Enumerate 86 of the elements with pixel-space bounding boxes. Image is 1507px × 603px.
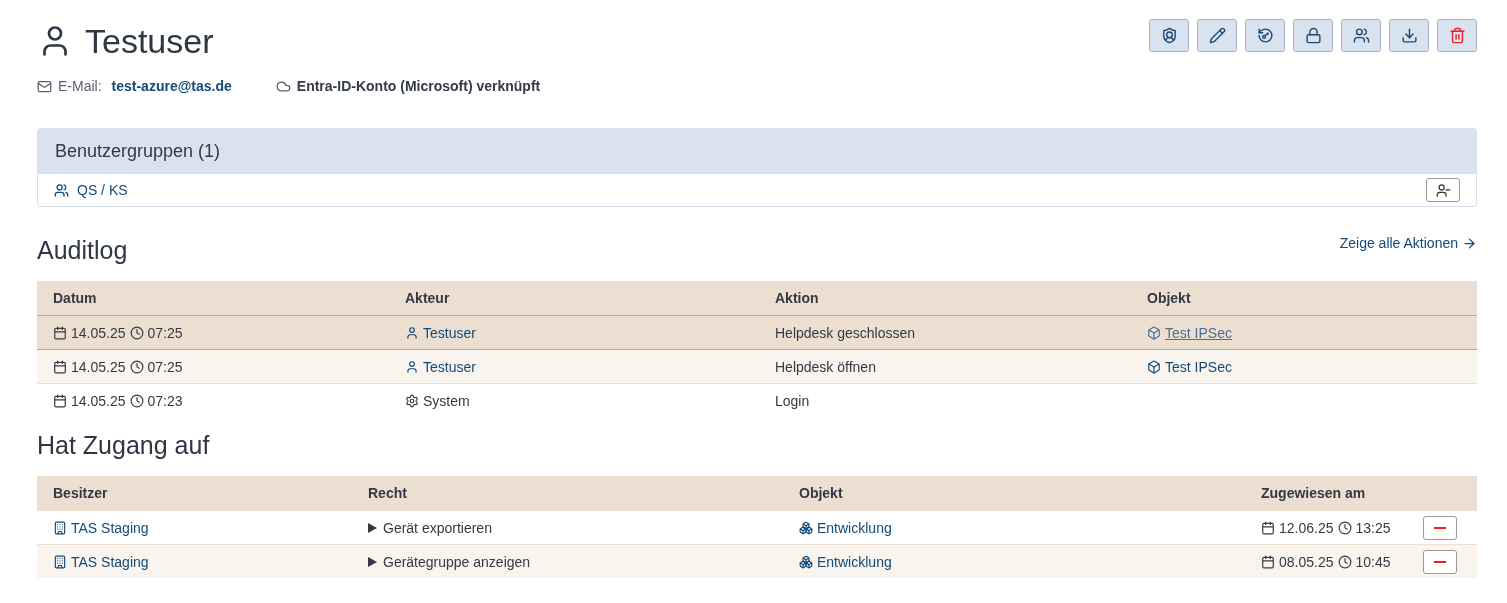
permission-text: Gerätegruppe anzeigen [383, 553, 531, 570]
shield-user-button[interactable] [1149, 18, 1189, 52]
caret-right-icon[interactable] [368, 556, 377, 567]
building-icon [53, 520, 67, 535]
time-text: 07:25 [147, 324, 183, 341]
actor-link[interactable]: Testuser [405, 358, 476, 375]
action-text: Helpdesk öffnen [775, 358, 876, 375]
column-header: Aktion [759, 281, 1131, 315]
key-reset-icon [1256, 26, 1274, 44]
email-link[interactable]: test-azure@tas.de [111, 78, 232, 94]
actor-link[interactable]: Testuser [405, 324, 476, 341]
section-title: Auditlog [37, 236, 128, 265]
users-icon [54, 182, 69, 198]
time-text: 10:45 [1355, 553, 1391, 570]
remove-user-button[interactable] [1426, 178, 1460, 202]
users-icon [1352, 26, 1370, 44]
date-text: 08.05.25 [1279, 553, 1334, 570]
column-header: Objekt [783, 476, 1245, 510]
date-text: 14.05.25 [71, 324, 126, 341]
arrow-right-icon [1462, 235, 1477, 251]
building-icon [53, 554, 67, 569]
object-link[interactable]: Entwicklung [799, 553, 892, 570]
mail-icon [37, 78, 52, 94]
object-link[interactable]: Test IPSec [1147, 358, 1232, 375]
column-header: Objekt [1131, 281, 1477, 315]
groups-heading: Benutzergruppen (1) [38, 129, 1476, 174]
minus-icon [1434, 560, 1446, 563]
boxes-icon [799, 554, 813, 569]
section-title: Hat Zugang auf [37, 431, 210, 460]
pencil-button[interactable] [1197, 18, 1237, 52]
actor-text: System [423, 392, 470, 409]
download-icon [1400, 26, 1418, 44]
clock-icon [1337, 520, 1352, 535]
key-reset-button[interactable] [1245, 18, 1285, 52]
date-text: 12.06.25 [1279, 519, 1334, 536]
remove-button[interactable] [1423, 549, 1457, 574]
time-text: 13:25 [1355, 519, 1391, 536]
column-header: Recht [352, 476, 783, 510]
pencil-icon [1208, 26, 1226, 44]
column-header: Datum [37, 281, 389, 315]
time-text: 07:25 [147, 358, 183, 375]
lock-icon [1304, 26, 1322, 44]
date-text: 14.05.25 [71, 392, 126, 409]
remove-button[interactable] [1423, 515, 1457, 540]
object-link[interactable]: Test IPSec [1147, 324, 1232, 341]
users-button[interactable] [1341, 18, 1381, 52]
calendar-icon [1261, 554, 1275, 569]
column-header: Akteur [389, 281, 759, 315]
group-link[interactable]: QS / KS [54, 182, 128, 198]
permission-text: Gerät exportieren [383, 519, 492, 536]
calendar-icon [53, 359, 67, 374]
download-button[interactable] [1389, 18, 1429, 52]
cube-icon [1147, 359, 1161, 374]
time-text: 07:23 [147, 392, 183, 409]
boxes-icon [799, 520, 813, 535]
trash-button[interactable] [1437, 18, 1477, 52]
minus-icon [1434, 526, 1446, 529]
clock-icon [1337, 554, 1352, 569]
user-icon [405, 359, 419, 374]
shield-user-icon [1160, 26, 1178, 44]
column-header: Zugewiesen am [1245, 476, 1477, 510]
user-minus-icon [1435, 182, 1451, 198]
calendar-icon [1261, 520, 1275, 535]
show-all-link[interactable]: Zeige alle Aktionen [1339, 235, 1477, 251]
account-status-text: Entra-ID-Konto (Microsoft) verknüpft [296, 78, 541, 94]
calendar-icon [53, 393, 67, 408]
cube-icon [1147, 325, 1161, 340]
cloud-icon [275, 78, 291, 94]
date-text: 14.05.25 [71, 358, 126, 375]
clock-icon [129, 359, 144, 374]
gear-icon [405, 393, 419, 408]
action-text: Helpdesk geschlossen [775, 324, 916, 341]
clock-icon [129, 325, 144, 340]
column-header: Besitzer [37, 476, 352, 510]
lock-button[interactable] [1293, 18, 1333, 52]
caret-right-icon[interactable] [368, 522, 377, 533]
trash-icon [1448, 26, 1466, 44]
user-title: Testuser [37, 21, 214, 61]
email-label: E-Mail: [58, 78, 102, 94]
action-text: Login [775, 392, 810, 409]
calendar-icon [53, 325, 67, 340]
owner-link[interactable]: TAS Staging [53, 519, 149, 536]
object-link[interactable]: Entwicklung [799, 519, 892, 536]
clock-icon [129, 393, 144, 408]
owner-link[interactable]: TAS Staging [53, 553, 149, 570]
user-icon [405, 325, 419, 340]
